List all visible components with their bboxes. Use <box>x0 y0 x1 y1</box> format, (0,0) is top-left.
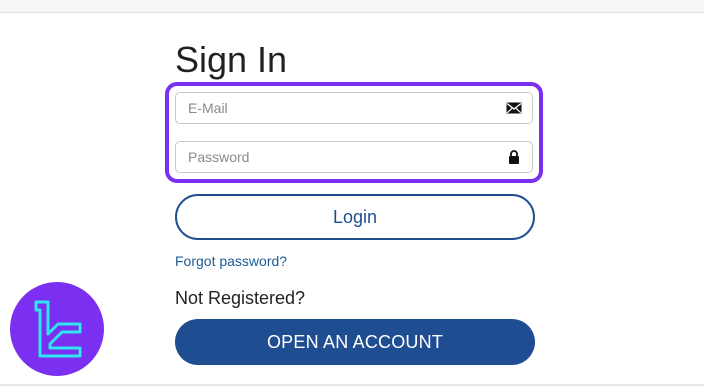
login-button[interactable]: Login <box>175 194 535 240</box>
forgot-password-link[interactable]: Forgot password? <box>175 253 287 269</box>
password-field[interactable] <box>176 142 508 172</box>
brand-logo <box>10 282 104 376</box>
email-field[interactable] <box>176 93 508 123</box>
envelope-icon <box>506 102 522 114</box>
not-registered-label: Not Registered? <box>175 288 306 308</box>
open-account-button[interactable]: OPEN AN ACCOUNT <box>175 319 535 365</box>
page-title: Sign In <box>175 39 288 80</box>
top-border <box>0 0 704 13</box>
password-field-wrapper <box>175 141 533 173</box>
lock-icon <box>509 150 519 164</box>
email-field-wrapper <box>175 92 533 124</box>
